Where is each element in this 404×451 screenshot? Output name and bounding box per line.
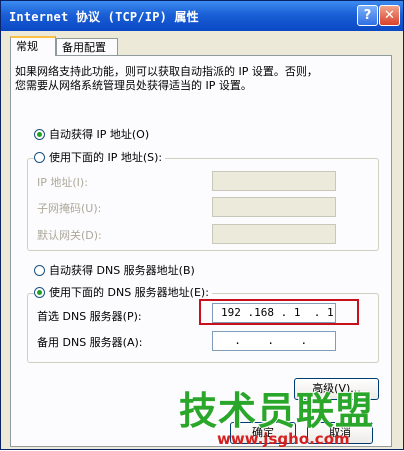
watermark-url: www.jsgho.com: [217, 430, 350, 448]
tab-general[interactable]: 常规: [10, 36, 56, 56]
ip-address-field[interactable]: [212, 171, 336, 191]
ip-address-label: IP 地址(I):: [37, 176, 88, 189]
watermark: 技术员联盟 www.jsgho.com: [175, 380, 404, 451]
radio-auto-dns-label: 自动获得 DNS 服务器地址(B): [49, 264, 195, 277]
radio-auto-ip-label: 自动获得 IP 地址(O): [49, 128, 150, 141]
close-button[interactable]: ✕: [379, 5, 400, 26]
dialog-window: Internet 协议 (TCP/IP) 属性 ? ✕ 常规 备用配置 如果网络…: [0, 0, 404, 450]
preferred-dns-label: 首选 DNS 服务器(P):: [37, 310, 142, 323]
watermark-text: 技术员联盟: [179, 389, 375, 433]
subnet-mask-field[interactable]: [212, 197, 336, 217]
tab-alternate-config[interactable]: 备用配置: [56, 38, 118, 55]
radio-dot-icon: [34, 265, 45, 276]
description-text: 如果网络支持此功能，则可以获取自动指派的 IP 设置。否则， 您需要从网络系统管…: [15, 65, 318, 92]
radio-auto-dns[interactable]: 自动获得 DNS 服务器地址(B): [34, 264, 195, 278]
window-title: Internet 协议 (TCP/IP) 属性: [9, 10, 199, 24]
radio-dot-selected-icon: [34, 129, 45, 140]
alternate-dns-field[interactable]: . . .: [212, 331, 336, 351]
radio-dot-selected-icon: [34, 287, 45, 298]
radio-manual-ip[interactable]: 使用下面的 IP 地址(S):: [34, 151, 166, 165]
title-bar[interactable]: Internet 协议 (TCP/IP) 属性 ? ✕: [1, 1, 403, 31]
subnet-mask-label: 子网掩码(U):: [37, 202, 102, 215]
radio-manual-dns[interactable]: 使用下面的 DNS 服务器地址(E):: [34, 286, 212, 300]
help-button[interactable]: ?: [357, 5, 378, 26]
default-gateway-field[interactable]: [212, 224, 336, 244]
radio-manual-dns-label: 使用下面的 DNS 服务器地址(E):: [49, 286, 209, 299]
radio-manual-ip-label: 使用下面的 IP 地址(S):: [49, 151, 163, 164]
radio-dot-icon: [34, 152, 45, 163]
preferred-dns-field[interactable]: 192 .168 . 1 . 1: [212, 303, 336, 323]
default-gateway-label: 默认网关(D):: [37, 229, 102, 242]
radio-auto-ip[interactable]: 自动获得 IP 地址(O): [34, 128, 149, 142]
alternate-dns-label: 备用 DNS 服务器(A):: [37, 336, 143, 349]
